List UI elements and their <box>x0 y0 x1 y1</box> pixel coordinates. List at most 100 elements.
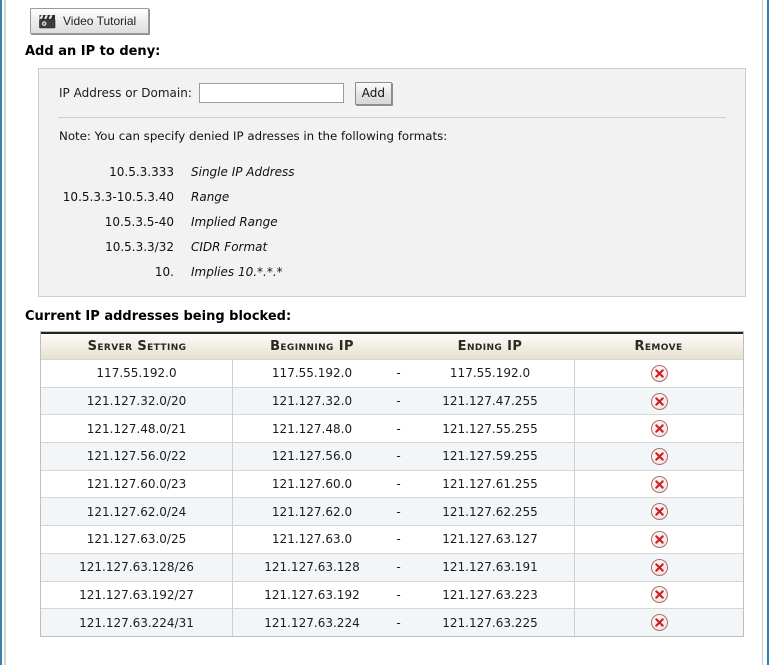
remove-cell <box>574 582 743 609</box>
add-ip-heading: Add an IP to deny: <box>25 44 160 59</box>
server-setting-cell: 117.55.192.0 <box>41 360 233 387</box>
beginning-ip-cell: 121.127.63.192 <box>233 588 391 602</box>
blocked-ip-row: 121.127.62.0/24 121.127.62.0 - 121.127.6… <box>41 497 743 525</box>
remove-ip-button[interactable] <box>651 448 668 465</box>
remove-cell <box>574 415 743 442</box>
dash-separator: - <box>391 477 406 491</box>
ip-entry-row: IP Address or Domain: Add <box>59 81 392 105</box>
blocked-ip-row: 121.127.63.128/26 121.127.63.128 - 121.1… <box>41 553 743 581</box>
formats-note: Note: You can specify denied IP adresses… <box>59 129 447 143</box>
remove-ip-button[interactable] <box>651 559 668 576</box>
remove-ip-button[interactable] <box>651 420 668 437</box>
blocked-ip-table-header: Server Setting Beginning IP Ending IP Re… <box>41 332 743 359</box>
server-setting-cell: 121.127.62.0/24 <box>41 498 233 525</box>
ip-address-input[interactable] <box>199 83 344 103</box>
beginning-ip-cell: 121.127.48.0 <box>233 422 391 436</box>
blocked-ip-row: 121.127.48.0/21 121.127.48.0 - 121.127.5… <box>41 414 743 442</box>
circled-x-icon <box>651 393 668 410</box>
dash-separator: - <box>391 449 406 463</box>
remove-ip-button[interactable] <box>651 531 668 548</box>
server-setting-cell: 121.127.56.0/22 <box>41 443 233 470</box>
blocked-ip-row: 121.127.32.0/20 121.127.32.0 - 121.127.4… <box>41 387 743 415</box>
ending-ip-cell: 117.55.192.0 <box>406 366 574 380</box>
circled-x-icon <box>651 448 668 465</box>
blocked-ip-row: 121.127.63.192/27 121.127.63.192 - 121.1… <box>41 581 743 609</box>
format-example-value: 10. <box>59 265 174 279</box>
ip-address-label: IP Address or Domain: <box>59 86 192 100</box>
ending-ip-cell: 121.127.62.255 <box>406 505 574 519</box>
circled-x-icon <box>651 559 668 576</box>
clapperboard-icon <box>39 14 56 29</box>
page-left-inner-line <box>4 0 6 665</box>
header-remove: Remove <box>574 339 743 354</box>
ending-ip-cell: 121.127.61.255 <box>406 477 574 491</box>
beginning-ip-cell: 117.55.192.0 <box>233 366 391 380</box>
circled-x-icon <box>651 586 668 603</box>
format-example-row: 10.5.3.3/32 CIDR Format <box>59 234 725 259</box>
ending-ip-cell: 121.127.63.127 <box>406 532 574 546</box>
dash-separator: - <box>391 422 406 436</box>
header-server-setting: Server Setting <box>41 339 233 354</box>
format-example-value: 10.5.3.3-10.5.3.40 <box>59 190 174 204</box>
format-example-value: 10.5.3.5-40 <box>59 215 174 229</box>
circled-x-icon <box>651 420 668 437</box>
ending-ip-cell: 121.127.59.255 <box>406 449 574 463</box>
format-example-row: 10.5.3.333 Single IP Address <box>59 159 725 184</box>
remove-ip-button[interactable] <box>651 614 668 631</box>
blocked-ips-heading: Current IP addresses being blocked: <box>25 309 291 324</box>
blocked-ip-row: 121.127.56.0/22 121.127.56.0 - 121.127.5… <box>41 442 743 470</box>
form-divider <box>58 117 726 118</box>
remove-ip-button[interactable] <box>651 365 668 382</box>
format-example-description: Implies 10.*.*.* <box>191 265 283 279</box>
server-setting-cell: 121.127.63.224/31 <box>41 609 233 636</box>
beginning-ip-cell: 121.127.56.0 <box>233 449 391 463</box>
format-example-description: Implied Range <box>191 215 278 229</box>
format-example-row: 10.5.3.3-10.5.3.40 Range <box>59 184 725 209</box>
beginning-ip-cell: 121.127.32.0 <box>233 394 391 408</box>
ending-ip-cell: 121.127.47.255 <box>406 394 574 408</box>
server-setting-cell: 121.127.60.0/23 <box>41 471 233 498</box>
beginning-ip-cell: 121.127.62.0 <box>233 505 391 519</box>
blocked-ip-row: 121.127.60.0/23 121.127.60.0 - 121.127.6… <box>41 470 743 498</box>
format-example-row: 10.5.3.5-40 Implied Range <box>59 209 725 234</box>
server-setting-cell: 121.127.63.128/26 <box>41 554 233 581</box>
format-example-description: Single IP Address <box>191 165 295 179</box>
beginning-ip-cell: 121.127.63.128 <box>233 560 391 574</box>
circled-x-icon <box>651 614 668 631</box>
dash-separator: - <box>391 560 406 574</box>
remove-cell <box>574 388 743 415</box>
blocked-ip-table-body: 117.55.192.0 117.55.192.0 - 117.55.192.0… <box>41 359 743 636</box>
header-ending-ip: Ending IP <box>406 339 574 354</box>
dash-separator: - <box>391 505 406 519</box>
video-tutorial-label: Video Tutorial <box>63 14 136 28</box>
remove-ip-button[interactable] <box>651 503 668 520</box>
header-beginning-ip: Beginning IP <box>233 339 391 354</box>
circled-x-icon <box>651 503 668 520</box>
format-examples-list: 10.5.3.333 Single IP Address 10.5.3.3-10… <box>59 159 725 284</box>
beginning-ip-cell: 121.127.63.224 <box>233 616 391 630</box>
circled-x-icon <box>651 476 668 493</box>
blocked-ip-row: 121.127.63.0/25 121.127.63.0 - 121.127.6… <box>41 525 743 553</box>
page-right-inner-line <box>762 0 763 665</box>
video-tutorial-button[interactable]: Video Tutorial <box>30 8 149 34</box>
ending-ip-cell: 121.127.55.255 <box>406 422 574 436</box>
remove-ip-button[interactable] <box>651 393 668 410</box>
remove-cell <box>574 554 743 581</box>
ending-ip-cell: 121.127.63.225 <box>406 616 574 630</box>
beginning-ip-cell: 121.127.63.0 <box>233 532 391 546</box>
remove-cell <box>574 498 743 525</box>
page-left-edge-line <box>0 0 2 665</box>
remove-ip-button[interactable] <box>651 476 668 493</box>
dash-separator: - <box>391 394 406 408</box>
dash-separator: - <box>391 366 406 380</box>
format-example-row: 10. Implies 10.*.*.* <box>59 259 725 284</box>
remove-ip-button[interactable] <box>651 586 668 603</box>
format-example-description: Range <box>191 190 229 204</box>
remove-cell <box>574 526 743 553</box>
beginning-ip-cell: 121.127.60.0 <box>233 477 391 491</box>
server-setting-cell: 121.127.63.0/25 <box>41 526 233 553</box>
format-example-description: CIDR Format <box>191 240 267 254</box>
add-button[interactable]: Add <box>355 82 392 105</box>
remove-cell <box>574 609 743 636</box>
circled-x-icon <box>651 365 668 382</box>
